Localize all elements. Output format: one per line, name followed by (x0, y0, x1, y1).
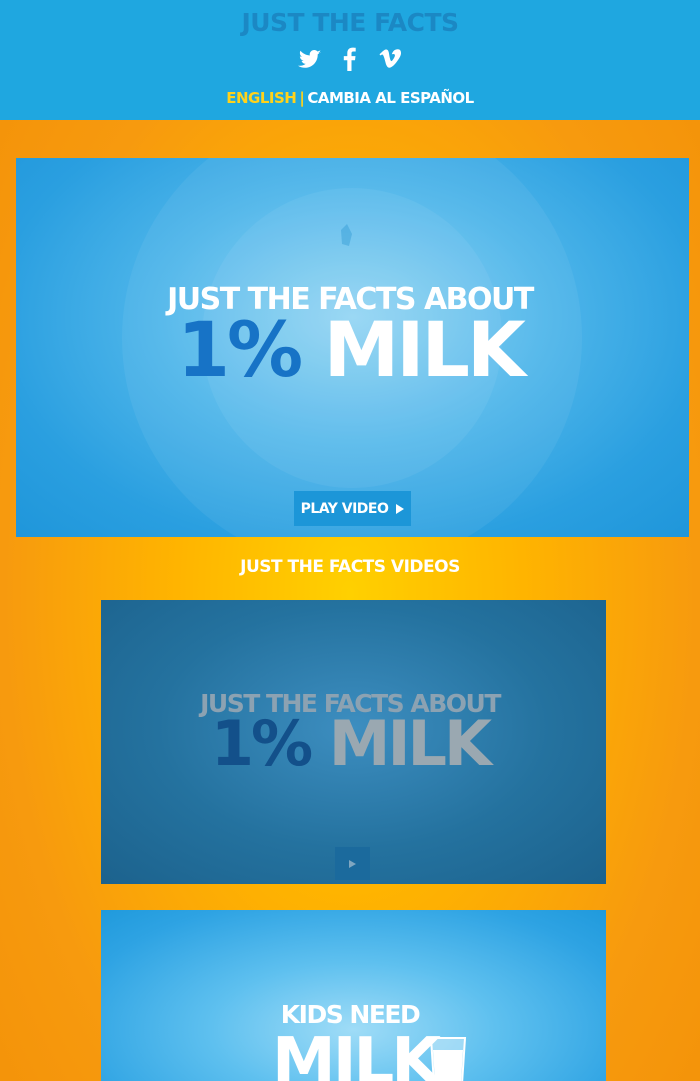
card1-subheading: 1% MILK (0, 713, 700, 775)
lang-english-link[interactable]: ENGLISH (226, 89, 297, 107)
site-title[interactable]: JUST THE FACTS (0, 8, 700, 37)
play-icon (396, 503, 405, 514)
lang-separator: | (299, 89, 305, 107)
hero-subheading: 1% MILK (0, 312, 700, 388)
twitter-icon[interactable] (297, 46, 323, 72)
social-links (0, 46, 700, 72)
lang-spanish-link[interactable]: CAMBIA AL ESPAÑOL (307, 89, 474, 107)
play-video-label: PLAY VIDEO (300, 500, 389, 517)
site-header: JUST THE FACTS ENGLISH | CAMBIA AL ESPAÑOL (0, 0, 700, 120)
play-video-button[interactable]: PLAY VIDEO (294, 491, 411, 526)
hero-percent: 1% (177, 305, 303, 394)
videos-section-title: JUST THE FACTS VIDEOS (240, 557, 460, 577)
milk-glass-icon (429, 1037, 467, 1081)
facebook-icon[interactable] (337, 46, 363, 72)
card1-percent: 1% (210, 707, 313, 780)
vimeo-icon[interactable] (377, 46, 403, 72)
play-icon (349, 859, 356, 868)
card2-subheading: MILK (272, 1025, 441, 1081)
hero-milk: MILK (323, 305, 526, 394)
language-switcher: ENGLISH | CAMBIA AL ESPAÑOL (0, 89, 700, 107)
card1-play-button[interactable] (335, 847, 370, 880)
card1-milk: MILK (328, 707, 492, 780)
